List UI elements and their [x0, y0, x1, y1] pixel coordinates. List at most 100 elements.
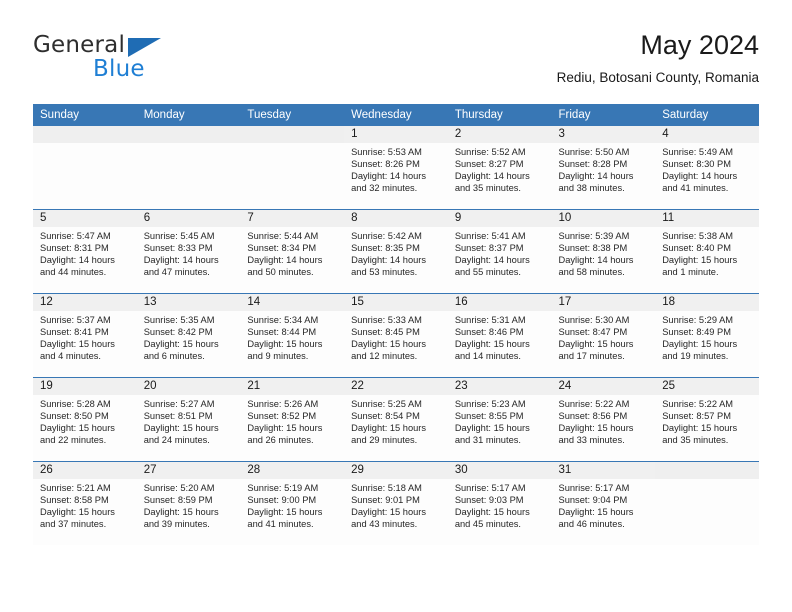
weekday-header-wednesday: Wednesday: [344, 104, 448, 126]
sun-times-text: Sunrise: 5:22 AM Sunset: 8:56 PM Dayligh…: [558, 399, 634, 446]
day-number: 29: [344, 462, 448, 479]
sun-times-text: Sunrise: 5:39 AM Sunset: 8:38 PM Dayligh…: [558, 231, 634, 278]
calendar-cell: 31 Sunrise: 5:17 AM Sunset: 9:04 PM Dayli…: [551, 461, 656, 545]
calendar-page: General Blue May 2024 Rediu, Botosani Co…: [0, 0, 792, 612]
day-number: 5: [33, 210, 137, 227]
calendar-day[interactable]: 30 Sunrise: 5:17 AM Sunset: 9:03 PM Dayli…: [447, 462, 552, 545]
day-number: 12: [33, 294, 137, 311]
calendar-day[interactable]: 4 Sunrise: 5:49 AM Sunset: 8:30 PM Daylig…: [655, 126, 759, 209]
calendar-cell: 30 Sunrise: 5:17 AM Sunset: 9:03 PM Dayli…: [447, 461, 552, 545]
calendar-cell: 6 Sunrise: 5:45 AM Sunset: 8:33 PM Daylig…: [136, 209, 241, 294]
calendar-day[interactable]: 18 Sunrise: 5:29 AM Sunset: 8:49 PM Dayli…: [655, 294, 759, 377]
day-number: 9: [447, 210, 552, 227]
sun-times-text: Sunrise: 5:23 AM Sunset: 8:55 PM Dayligh…: [454, 399, 530, 446]
calendar-day[interactable]: 10 Sunrise: 5:39 AM Sunset: 8:38 PM Dayli…: [551, 210, 656, 293]
calendar-day[interactable]: 6 Sunrise: 5:45 AM Sunset: 8:33 PM Daylig…: [136, 210, 241, 293]
calendar-cell: 25 Sunrise: 5:22 AM Sunset: 8:57 PM Dayli…: [655, 377, 759, 462]
day-number: 3: [551, 126, 656, 143]
calendar-day-empty: [240, 126, 345, 209]
calendar-day[interactable]: 11 Sunrise: 5:38 AM Sunset: 8:40 PM Dayli…: [655, 210, 759, 293]
day-number: 16: [447, 294, 552, 311]
day-number: 14: [240, 294, 345, 311]
calendar-day[interactable]: 23 Sunrise: 5:23 AM Sunset: 8:55 PM Dayli…: [447, 378, 552, 461]
calendar-day[interactable]: 8 Sunrise: 5:42 AM Sunset: 8:35 PM Daylig…: [344, 210, 448, 293]
day-number: 27: [136, 462, 241, 479]
sun-times-text: Sunrise: 5:22 AM Sunset: 8:57 PM Dayligh…: [662, 399, 738, 446]
calendar-week-row: 26 Sunrise: 5:21 AM Sunset: 8:58 PM Dayli…: [33, 461, 759, 545]
calendar-day[interactable]: 19 Sunrise: 5:28 AM Sunset: 8:50 PM Dayli…: [33, 378, 137, 461]
sun-times-text: Sunrise: 5:19 AM Sunset: 9:00 PM Dayligh…: [247, 483, 323, 530]
day-number: 21: [240, 378, 345, 395]
sun-times-text: Sunrise: 5:28 AM Sunset: 8:50 PM Dayligh…: [40, 399, 115, 446]
calendar-day[interactable]: 5 Sunrise: 5:47 AM Sunset: 8:31 PM Daylig…: [33, 210, 137, 293]
calendar-cell: 20 Sunrise: 5:27 AM Sunset: 8:51 PM Dayli…: [136, 377, 241, 462]
calendar-day[interactable]: 3 Sunrise: 5:50 AM Sunset: 8:28 PM Daylig…: [551, 126, 656, 209]
weekday-header-sunday: Sunday: [33, 104, 137, 126]
sun-times-text: Sunrise: 5:20 AM Sunset: 8:59 PM Dayligh…: [143, 483, 219, 530]
general-blue-logo[interactable]: General Blue: [33, 32, 273, 88]
sun-times-text: Sunrise: 5:37 AM Sunset: 8:41 PM Dayligh…: [40, 315, 115, 362]
calendar-day[interactable]: 27 Sunrise: 5:20 AM Sunset: 8:59 PM Dayli…: [136, 462, 241, 545]
day-number: 2: [447, 126, 552, 143]
calendar-day[interactable]: 7 Sunrise: 5:44 AM Sunset: 8:34 PM Daylig…: [240, 210, 345, 293]
calendar-day[interactable]: 2 Sunrise: 5:52 AM Sunset: 8:27 PM Daylig…: [447, 126, 552, 209]
day-number: 26: [33, 462, 137, 479]
day-number: 24: [551, 378, 656, 395]
calendar-day[interactable]: 15 Sunrise: 5:33 AM Sunset: 8:45 PM Dayli…: [344, 294, 448, 377]
calendar-day[interactable]: 13 Sunrise: 5:35 AM Sunset: 8:42 PM Dayli…: [136, 294, 241, 377]
sun-times-text: Sunrise: 5:30 AM Sunset: 8:47 PM Dayligh…: [558, 315, 634, 362]
sun-times-text: Sunrise: 5:18 AM Sunset: 9:01 PM Dayligh…: [351, 483, 427, 530]
sun-times-text: Sunrise: 5:34 AM Sunset: 8:44 PM Dayligh…: [247, 315, 323, 362]
day-number: 10: [551, 210, 656, 227]
weekday-header-friday: Friday: [551, 104, 656, 126]
calendar-day[interactable]: 29 Sunrise: 5:18 AM Sunset: 9:01 PM Dayli…: [344, 462, 448, 545]
calendar-cell: 4 Sunrise: 5:49 AM Sunset: 8:30 PM Daylig…: [655, 126, 759, 210]
location-subtitle: Rediu, Botosani County, Romania: [556, 70, 759, 85]
sun-times-text: Sunrise: 5:38 AM Sunset: 8:40 PM Dayligh…: [662, 231, 738, 278]
calendar-week-row: 19 Sunrise: 5:28 AM Sunset: 8:50 PM Dayli…: [33, 377, 759, 462]
day-number: [655, 462, 759, 479]
calendar-cell: 22 Sunrise: 5:25 AM Sunset: 8:54 PM Dayli…: [344, 377, 448, 462]
sun-times-text: [655, 479, 759, 482]
calendar-day[interactable]: 12 Sunrise: 5:37 AM Sunset: 8:41 PM Dayli…: [33, 294, 137, 377]
calendar-day[interactable]: 28 Sunrise: 5:19 AM Sunset: 9:00 PM Dayli…: [240, 462, 345, 545]
calendar-week-row: 1 Sunrise: 5:53 AM Sunset: 8:26 PM Daylig…: [33, 126, 759, 210]
title-block: May 2024 Rediu, Botosani County, Romania: [557, 28, 759, 88]
calendar-day[interactable]: 14 Sunrise: 5:34 AM Sunset: 8:44 PM Dayli…: [240, 294, 345, 377]
calendar-day[interactable]: 20 Sunrise: 5:27 AM Sunset: 8:51 PM Dayli…: [136, 378, 241, 461]
calendar-cell: [33, 126, 137, 210]
sun-times-text: Sunrise: 5:33 AM Sunset: 8:45 PM Dayligh…: [351, 315, 427, 362]
sun-times-text: Sunrise: 5:42 AM Sunset: 8:35 PM Dayligh…: [351, 231, 427, 278]
page-title: May 2024: [640, 30, 759, 60]
calendar-day[interactable]: 25 Sunrise: 5:22 AM Sunset: 8:57 PM Dayli…: [655, 378, 759, 461]
day-number: 28: [240, 462, 345, 479]
calendar-day[interactable]: 31 Sunrise: 5:17 AM Sunset: 9:04 PM Dayli…: [551, 462, 656, 545]
day-number: 31: [551, 462, 656, 479]
day-number: [240, 126, 345, 143]
calendar-day[interactable]: 17 Sunrise: 5:30 AM Sunset: 8:47 PM Dayli…: [551, 294, 656, 377]
calendar-cell: 17 Sunrise: 5:30 AM Sunset: 8:47 PM Dayli…: [551, 293, 656, 378]
calendar-cell: 24 Sunrise: 5:22 AM Sunset: 8:56 PM Dayli…: [551, 377, 656, 462]
calendar-day[interactable]: 26 Sunrise: 5:21 AM Sunset: 8:58 PM Dayli…: [33, 462, 137, 545]
logo-text-general: General: [33, 32, 126, 58]
weekday-header-thursday: Thursday: [447, 104, 552, 126]
page-header: General Blue May 2024 Rediu, Botosani Co…: [33, 28, 759, 94]
calendar-day[interactable]: 9 Sunrise: 5:41 AM Sunset: 8:37 PM Daylig…: [447, 210, 552, 293]
calendar-cell: 19 Sunrise: 5:28 AM Sunset: 8:50 PM Dayli…: [33, 377, 137, 462]
calendar-day[interactable]: 22 Sunrise: 5:25 AM Sunset: 8:54 PM Dayli…: [344, 378, 448, 461]
calendar-day[interactable]: 1 Sunrise: 5:53 AM Sunset: 8:26 PM Daylig…: [344, 126, 448, 209]
sun-times-text: Sunrise: 5:17 AM Sunset: 9:03 PM Dayligh…: [454, 483, 530, 530]
sun-times-text: Sunrise: 5:44 AM Sunset: 8:34 PM Dayligh…: [247, 231, 323, 278]
day-number: 8: [344, 210, 448, 227]
calendar-cell: 23 Sunrise: 5:23 AM Sunset: 8:55 PM Dayli…: [447, 377, 552, 462]
calendar-cell: 15 Sunrise: 5:33 AM Sunset: 8:45 PM Dayli…: [344, 293, 448, 378]
calendar-cell: 10 Sunrise: 5:39 AM Sunset: 8:38 PM Dayli…: [551, 209, 656, 294]
calendar-day[interactable]: 24 Sunrise: 5:22 AM Sunset: 8:56 PM Dayli…: [551, 378, 656, 461]
sun-times-text: Sunrise: 5:50 AM Sunset: 8:28 PM Dayligh…: [558, 147, 634, 194]
day-number: 30: [447, 462, 552, 479]
day-number: 13: [136, 294, 241, 311]
calendar-day[interactable]: 21 Sunrise: 5:26 AM Sunset: 8:52 PM Dayli…: [240, 378, 345, 461]
calendar-cell: [136, 126, 241, 210]
calendar-week-row: 5 Sunrise: 5:47 AM Sunset: 8:31 PM Daylig…: [33, 209, 759, 294]
calendar-day[interactable]: 16 Sunrise: 5:31 AM Sunset: 8:46 PM Dayli…: [447, 294, 552, 377]
